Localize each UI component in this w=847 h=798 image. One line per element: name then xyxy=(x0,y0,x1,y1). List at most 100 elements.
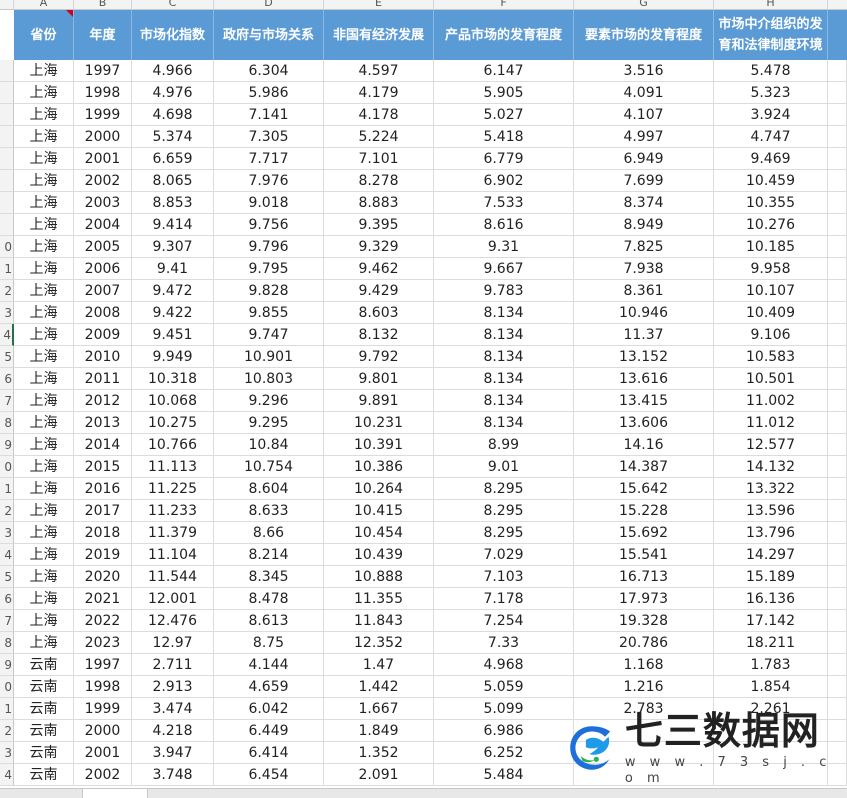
row-number[interactable]: 3 xyxy=(0,302,14,324)
cell-e[interactable]: 4.178 xyxy=(324,104,434,126)
row-number[interactable] xyxy=(0,126,14,148)
cell-d[interactable]: 9.747 xyxy=(214,324,324,346)
cell-h[interactable]: 9.958 xyxy=(714,258,828,280)
cell-f[interactable]: 5.484 xyxy=(434,764,574,786)
cell-g[interactable]: 13.616 xyxy=(574,368,714,390)
cell-a[interactable]: 上海 xyxy=(14,346,74,368)
header-cell-b[interactable]: 年度 xyxy=(74,10,132,60)
cell-g[interactable]: 14.16 xyxy=(574,434,714,456)
cell-i[interactable] xyxy=(828,170,847,192)
row-number[interactable]: 7 xyxy=(0,610,14,632)
cell-b[interactable]: 2008 xyxy=(74,302,132,324)
cell-h[interactable]: 13.596 xyxy=(714,500,828,522)
cell-g[interactable]: 13.415 xyxy=(574,390,714,412)
cell-g[interactable]: 15.541 xyxy=(574,544,714,566)
cell-c[interactable]: 8.065 xyxy=(132,170,214,192)
cell-d[interactable]: 6.454 xyxy=(214,764,324,786)
cell-g[interactable]: 4.997 xyxy=(574,126,714,148)
cell-a[interactable]: 云南 xyxy=(14,654,74,676)
row-number[interactable] xyxy=(0,148,14,170)
cell-i[interactable] xyxy=(828,456,847,478)
cell-c[interactable]: 11.379 xyxy=(132,522,214,544)
cell-h[interactable]: 12.577 xyxy=(714,434,828,456)
cell-i[interactable] xyxy=(828,500,847,522)
cell-h[interactable]: 10.501 xyxy=(714,368,828,390)
cell-b[interactable]: 2020 xyxy=(74,566,132,588)
cell-c[interactable]: 4.966 xyxy=(132,60,214,82)
cell-b[interactable]: 1999 xyxy=(74,104,132,126)
cell-b[interactable]: 2006 xyxy=(74,258,132,280)
cell-f[interactable]: 9.667 xyxy=(434,258,574,280)
cell-f[interactable]: 7.533 xyxy=(434,192,574,214)
cell-i[interactable] xyxy=(828,434,847,456)
cell-g[interactable]: 14.387 xyxy=(574,456,714,478)
cell-a[interactable]: 上海 xyxy=(14,104,74,126)
row-number[interactable]: 2 xyxy=(0,280,14,302)
cell-c[interactable]: 2.913 xyxy=(132,676,214,698)
row-number[interactable]: 8 xyxy=(0,412,14,434)
cell-e[interactable]: 9.792 xyxy=(324,346,434,368)
column-letter-c[interactable]: C xyxy=(132,0,214,9)
row-number[interactable]: 0 xyxy=(0,676,14,698)
cell-g[interactable]: 13.152 xyxy=(574,346,714,368)
cell-g[interactable]: 1.168 xyxy=(574,654,714,676)
cell-h[interactable]: 13.322 xyxy=(714,478,828,500)
cell-g[interactable]: 13.606 xyxy=(574,412,714,434)
cell-h[interactable]: 10.107 xyxy=(714,280,828,302)
cell-f[interactable]: 7.33 xyxy=(434,632,574,654)
cell-c[interactable]: 9.307 xyxy=(132,236,214,258)
cell-a[interactable]: 上海 xyxy=(14,258,74,280)
cell-a[interactable]: 上海 xyxy=(14,610,74,632)
cell-i[interactable] xyxy=(828,192,847,214)
cell-i[interactable] xyxy=(828,104,847,126)
cell-g[interactable]: 19.328 xyxy=(574,610,714,632)
cell-f[interactable]: 4.968 xyxy=(434,654,574,676)
row-number[interactable]: 4 xyxy=(0,544,14,566)
cell-a[interactable]: 上海 xyxy=(14,302,74,324)
cell-i[interactable] xyxy=(828,412,847,434)
cell-h[interactable]: 17.142 xyxy=(714,610,828,632)
cell-d[interactable]: 8.75 xyxy=(214,632,324,654)
cell-d[interactable]: 10.901 xyxy=(214,346,324,368)
cell-b[interactable]: 2005 xyxy=(74,236,132,258)
cell-f[interactable]: 7.103 xyxy=(434,566,574,588)
cell-f[interactable]: 8.134 xyxy=(434,412,574,434)
header-cell-c[interactable]: 市场化指数 xyxy=(132,10,214,60)
cell-c[interactable]: 2.711 xyxy=(132,654,214,676)
row-number[interactable]: 1 xyxy=(0,698,14,720)
cell-f[interactable]: 8.134 xyxy=(434,368,574,390)
cell-c[interactable]: 12.97 xyxy=(132,632,214,654)
cell-c[interactable]: 4.698 xyxy=(132,104,214,126)
cell-e[interactable]: 9.891 xyxy=(324,390,434,412)
cell-f[interactable]: 6.986 xyxy=(434,720,574,742)
cell-b[interactable]: 1998 xyxy=(74,82,132,104)
cell-f[interactable]: 8.295 xyxy=(434,522,574,544)
cell-h[interactable]: 10.276 xyxy=(714,214,828,236)
cell-b[interactable]: 2000 xyxy=(74,720,132,742)
row-number[interactable] xyxy=(0,104,14,126)
cell-f[interactable]: 5.418 xyxy=(434,126,574,148)
cell-e[interactable]: 1.47 xyxy=(324,654,434,676)
header-cell-h[interactable]: 市场中介组织的发育和法律制度环境 xyxy=(714,10,828,60)
cell-c[interactable]: 11.233 xyxy=(132,500,214,522)
cell-i[interactable] xyxy=(828,280,847,302)
header-cell-e[interactable]: 非国有经济发展 xyxy=(324,10,434,60)
cell-b[interactable]: 2007 xyxy=(74,280,132,302)
cell-c[interactable]: 11.104 xyxy=(132,544,214,566)
cell-h[interactable]: 10.185 xyxy=(714,236,828,258)
cell-i[interactable] xyxy=(828,258,847,280)
cell-b[interactable]: 2004 xyxy=(74,214,132,236)
cell-d[interactable]: 7.717 xyxy=(214,148,324,170)
sheet-tab-active[interactable] xyxy=(82,789,148,798)
cell-e[interactable]: 8.883 xyxy=(324,192,434,214)
cell-h[interactable]: 10.355 xyxy=(714,192,828,214)
cell-a[interactable]: 上海 xyxy=(14,126,74,148)
cell-b[interactable]: 2022 xyxy=(74,610,132,632)
cell-d[interactable]: 6.304 xyxy=(214,60,324,82)
cell-e[interactable]: 9.462 xyxy=(324,258,434,280)
cell-b[interactable]: 2001 xyxy=(74,742,132,764)
cell-d[interactable]: 6.042 xyxy=(214,698,324,720)
cell-i[interactable] xyxy=(828,610,847,632)
cell-a[interactable]: 上海 xyxy=(14,588,74,610)
cell-f[interactable]: 5.027 xyxy=(434,104,574,126)
